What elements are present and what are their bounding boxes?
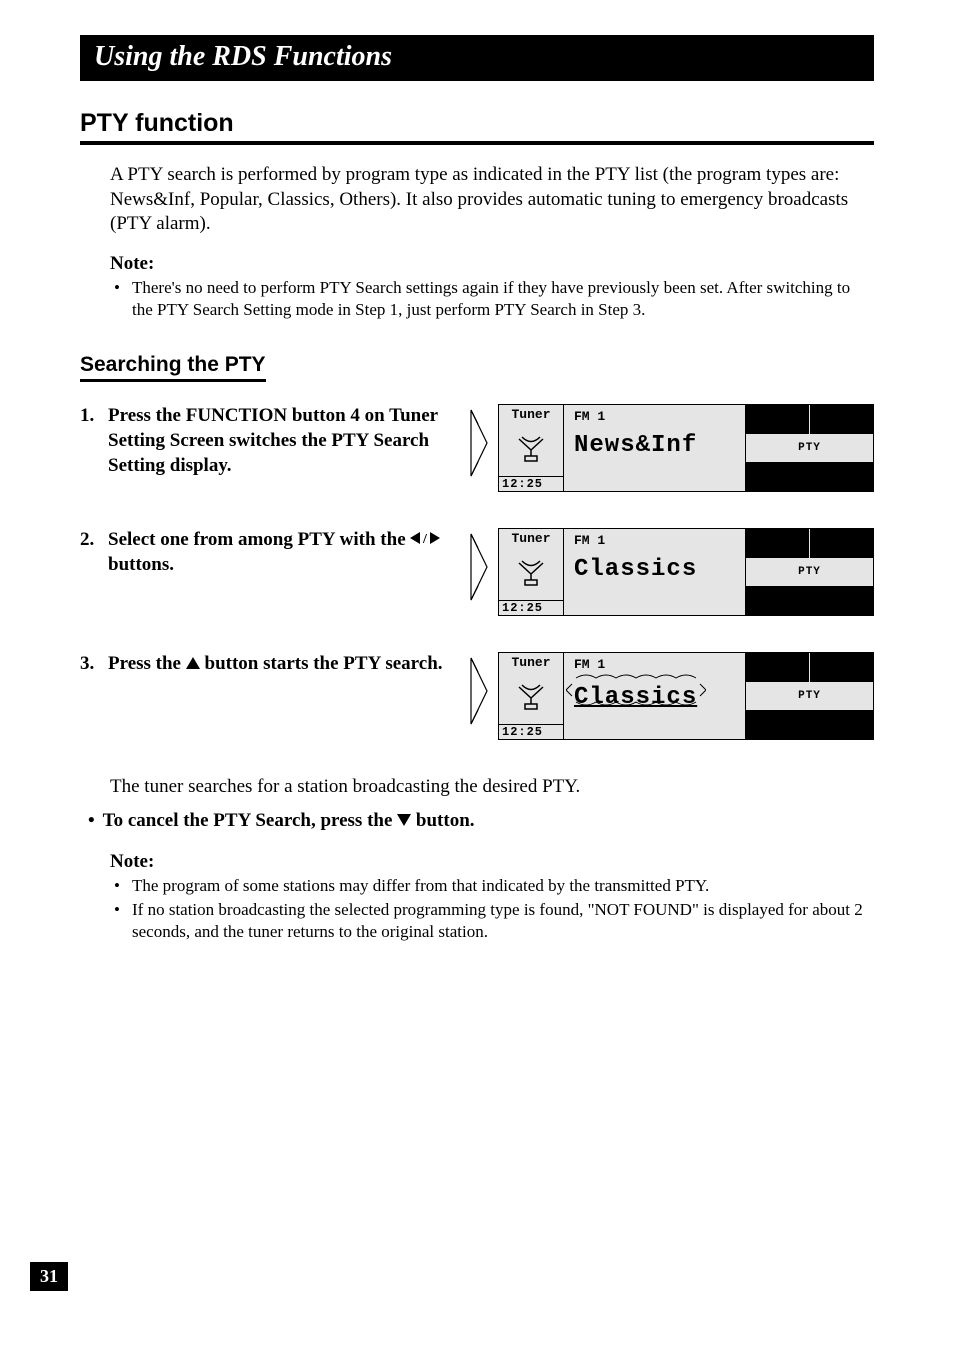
step-row: 3. Press the button starts the PTY searc… xyxy=(80,652,874,740)
screen-button-blank xyxy=(810,529,874,557)
antenna-icon xyxy=(516,436,546,462)
tuner-label: Tuner xyxy=(511,531,550,546)
screen-wrap: Tuner 12:25 FM 1 News&Inf PTY xyxy=(468,404,874,492)
screen-left-panel: Tuner 12:25 xyxy=(499,529,564,615)
band-label: FM 1 xyxy=(574,409,737,424)
step-number: 1. xyxy=(80,404,108,478)
title-bar: Using the RDS Functions xyxy=(80,35,874,81)
sub-heading: Searching the PTY xyxy=(80,353,266,382)
display-screen: Tuner 12:25 FM 1 News&Inf PTY xyxy=(498,404,874,492)
bullet-icon: • xyxy=(88,810,95,832)
antenna-icon xyxy=(516,684,546,710)
screen-mid-panel: FM 1 Classics xyxy=(564,529,745,615)
step-text: 1. Press the FUNCTION button 4 on Tuner … xyxy=(80,404,450,478)
screen-mid-panel: FM 1 Classics xyxy=(564,653,745,739)
time-label: 12:25 xyxy=(499,476,563,491)
pointer-icon xyxy=(468,532,490,604)
time-label: 12:25 xyxy=(499,600,563,615)
screen-left-panel: Tuner 12:25 xyxy=(499,405,564,491)
step-text-post: buttons. xyxy=(108,554,174,575)
note-label-2: Note: xyxy=(110,851,874,873)
note-item: There's no need to perform PTY Search se… xyxy=(110,277,874,321)
screen-button-row xyxy=(745,405,873,433)
step-number: 2. xyxy=(80,528,108,578)
pty-value: Classics xyxy=(574,556,737,583)
screen-wrap: Tuner 12:25 FM 1 Classics xyxy=(468,652,874,740)
step-body: Select one from among PTY with the / but… xyxy=(108,528,450,578)
step-text: 3. Press the button starts the PTY searc… xyxy=(80,652,450,677)
note-list-2: The program of some stations may differ … xyxy=(110,875,874,943)
screen-button-blank xyxy=(745,587,873,615)
screen-button-blank xyxy=(745,405,810,433)
screen-button-blank xyxy=(810,405,874,433)
pty-button: PTY xyxy=(745,558,873,587)
screen-button-blank xyxy=(745,711,873,739)
page-number: 31 xyxy=(30,1262,68,1291)
pointer-icon xyxy=(468,656,490,728)
note-list-1: There's no need to perform PTY Search se… xyxy=(110,277,874,321)
screen-button-blank xyxy=(745,653,810,681)
searching-decoration-icon xyxy=(566,672,706,708)
pointer-icon xyxy=(468,408,490,480)
note-item: If no station broadcasting the selected … xyxy=(110,899,874,943)
screen-right-panel: PTY xyxy=(745,529,873,615)
screen-button-row xyxy=(745,653,873,681)
display-screen: Tuner 12:25 FM 1 Classics PTY xyxy=(498,528,874,616)
intro-paragraph: A PTY search is performed by program typ… xyxy=(110,163,874,237)
step-text-post: button starts the PTY search. xyxy=(200,653,443,674)
screen-mid-panel: FM 1 News&Inf xyxy=(564,405,745,491)
left-right-arrows-icon: / xyxy=(410,528,440,553)
pty-button: PTY xyxy=(745,434,873,463)
time-label: 12:25 xyxy=(499,724,563,739)
step-body: Press the button starts the PTY search. xyxy=(108,652,450,677)
svg-text:/: / xyxy=(422,532,428,545)
screen-button-blank xyxy=(745,463,873,491)
step-body: Press the FUNCTION button 4 on Tuner Set… xyxy=(108,404,450,478)
cancel-text-pre: To cancel the PTY Search, press the xyxy=(103,810,398,831)
screen-right-panel: PTY xyxy=(745,405,873,491)
screen-button-row xyxy=(745,529,873,557)
pty-value: News&Inf xyxy=(574,432,737,459)
screen-wrap: Tuner 12:25 FM 1 Classics PTY xyxy=(468,528,874,616)
down-triangle-icon xyxy=(397,810,411,832)
up-triangle-icon xyxy=(186,652,200,677)
display-screen: Tuner 12:25 FM 1 Classics xyxy=(498,652,874,740)
step-text: 2. Select one from among PTY with the / … xyxy=(80,528,450,578)
antenna-icon xyxy=(516,560,546,586)
step-row: 2. Select one from among PTY with the / … xyxy=(80,528,874,616)
pty-button: PTY xyxy=(745,682,873,711)
screen-right-panel: PTY xyxy=(745,653,873,739)
section-heading: PTY function xyxy=(80,109,874,145)
screen-button-blank xyxy=(810,653,874,681)
tuner-label: Tuner xyxy=(511,655,550,670)
tuner-label: Tuner xyxy=(511,407,550,422)
band-label: FM 1 xyxy=(574,533,737,548)
screen-left-panel: Tuner 12:25 xyxy=(499,653,564,739)
step-number: 3. xyxy=(80,652,108,677)
note-item: The program of some stations may differ … xyxy=(110,875,874,897)
band-label: FM 1 xyxy=(574,657,737,672)
cancel-text-post: button. xyxy=(411,810,474,831)
step-row: 1. Press the FUNCTION button 4 on Tuner … xyxy=(80,404,874,492)
step-text-pre: Press the xyxy=(108,653,186,674)
post-steps-text: The tuner searches for a station broadca… xyxy=(110,776,874,798)
step-text-pre: Select one from among PTY with the xyxy=(108,529,410,550)
screen-button-blank xyxy=(745,529,810,557)
cancel-line: • To cancel the PTY Search, press the bu… xyxy=(88,810,874,833)
note-label-1: Note: xyxy=(110,253,874,275)
